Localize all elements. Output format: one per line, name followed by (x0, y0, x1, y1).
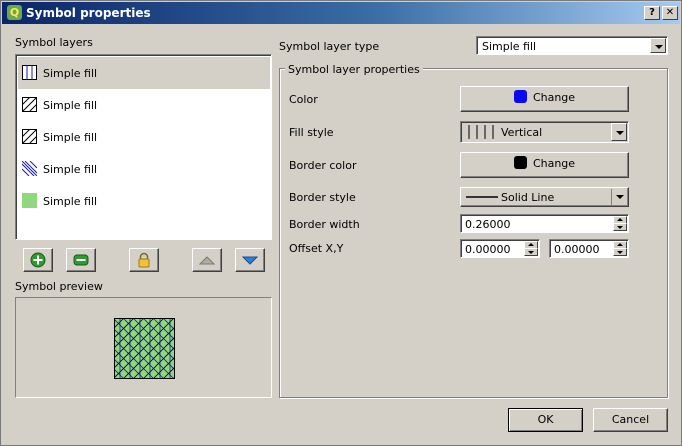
decrement-button[interactable] (524, 248, 538, 256)
layer-label: Simple fill (43, 163, 98, 176)
layer-type-label: Symbol layer type (279, 40, 380, 53)
add-layer-button[interactable] (23, 248, 53, 272)
help-button[interactable]: ? (644, 6, 660, 20)
solid-fill-swatch (22, 193, 37, 208)
forward-diagonal-pattern-icon (22, 161, 37, 176)
border-width-spinbox[interactable]: 0.26000 (460, 214, 629, 233)
diagonal-pattern-icon (22, 97, 37, 112)
fill-style-label: Fill style (289, 126, 334, 139)
border-style-label: Border style (289, 191, 356, 204)
symbol-preview-panel (15, 297, 272, 398)
chevron-down-icon (617, 251, 623, 254)
symbol-preview-image (114, 318, 175, 379)
layer-row[interactable]: Simple fill (18, 121, 270, 153)
title-bar: Q Symbol properties ? ✕ (2, 2, 680, 24)
offset-x-value: 0.00000 (465, 243, 511, 256)
border-style-dropdown[interactable]: Solid Line (460, 187, 629, 207)
layer-row[interactable]: Simple fill (18, 153, 270, 185)
chevron-down-icon (655, 45, 663, 49)
chevron-up-icon (617, 218, 623, 221)
cancel-button[interactable]: Cancel (593, 408, 668, 432)
symbol-preview-title: Symbol preview (15, 280, 103, 293)
layer-properties-group (279, 68, 668, 398)
offset-y-value: 0.00000 (554, 243, 600, 256)
layer-row[interactable]: Simple fill (18, 89, 270, 121)
layer-row[interactable]: Simple fill (18, 185, 270, 217)
qgis-app-icon: Q (7, 5, 22, 20)
layer-type-value: Simple fill (482, 40, 537, 53)
color-change-label: Change (532, 91, 576, 104)
solid-line-icon (466, 196, 498, 198)
color-change-button[interactable]: Change (460, 86, 629, 112)
layer-type-dropdown[interactable]: Simple fill (476, 36, 668, 55)
ok-button[interactable]: OK (508, 408, 583, 432)
fill-style-dropdown[interactable]: Vertical (460, 121, 629, 143)
diagonal-pattern-icon (22, 129, 37, 144)
offset-x-spinbox[interactable]: 0.00000 (460, 239, 540, 258)
vertical-pattern-icon (468, 125, 494, 139)
arrow-up-icon (198, 256, 216, 265)
color-swatch (513, 90, 527, 103)
chevron-down-icon (616, 195, 624, 199)
border-color-label: Border color (289, 159, 357, 172)
chevron-up-icon (528, 243, 534, 246)
plus-icon (30, 252, 46, 268)
layer-label: Simple fill (43, 67, 98, 80)
symbol-layers-title: Symbol layers (15, 36, 93, 49)
dropdown-arrow[interactable] (611, 123, 627, 141)
lock-icon (138, 252, 150, 268)
layer-properties-title: Symbol layer properties (285, 63, 423, 76)
decrement-button[interactable] (613, 248, 627, 256)
chevron-down-icon (616, 131, 624, 135)
minus-icon (73, 254, 89, 266)
cancel-label: Cancel (611, 413, 650, 426)
offset-y-spinbox[interactable]: 0.00000 (549, 239, 629, 258)
fill-style-value: Vertical (501, 126, 543, 139)
remove-layer-button[interactable] (66, 248, 96, 272)
symbol-layers-list[interactable]: Simple fill Simple fill Simple fill Simp… (15, 54, 272, 240)
layer-label: Simple fill (43, 131, 98, 144)
border-color-change-button[interactable]: Change (460, 152, 629, 178)
chevron-up-icon (617, 243, 623, 246)
lock-layer-button[interactable] (129, 248, 159, 272)
offset-label: Offset X,Y (289, 242, 344, 255)
dropdown-arrow[interactable] (611, 189, 627, 205)
layer-label: Simple fill (43, 195, 98, 208)
vertical-pattern-icon (22, 65, 37, 80)
move-down-button[interactable] (235, 248, 265, 272)
close-button[interactable]: ✕ (662, 6, 678, 20)
layer-label: Simple fill (43, 99, 98, 112)
window-title: Symbol properties (26, 6, 151, 20)
symbol-properties-dialog: Q Symbol properties ? ✕ Symbol layers Si… (0, 0, 682, 446)
border-color-swatch (513, 156, 527, 169)
move-up-button[interactable] (192, 248, 222, 272)
chevron-down-icon (528, 251, 534, 254)
decrement-button[interactable] (613, 223, 627, 231)
chevron-down-icon (617, 226, 623, 229)
border-style-value: Solid Line (501, 191, 555, 204)
border-width-value: 0.26000 (465, 218, 511, 231)
color-label: Color (289, 93, 318, 106)
border-width-label: Border width (289, 218, 360, 231)
layer-row[interactable]: Simple fill (18, 57, 270, 89)
dropdown-arrow[interactable] (650, 38, 666, 53)
ok-label: OK (537, 413, 554, 426)
arrow-down-icon (241, 256, 259, 265)
border-color-change-label: Change (532, 157, 576, 170)
